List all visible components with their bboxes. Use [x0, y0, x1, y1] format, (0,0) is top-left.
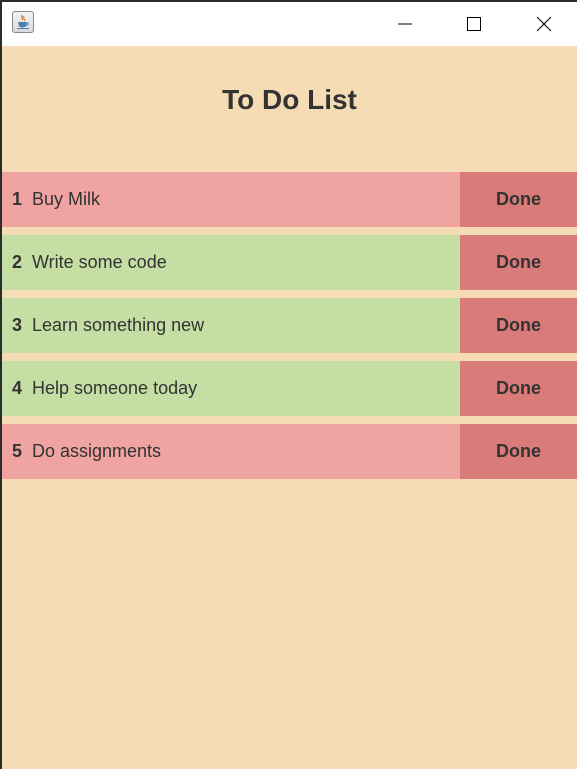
title-bar[interactable] — [2, 2, 577, 46]
todo-text: Learn something new — [32, 315, 205, 335]
todo-number: 3 — [12, 315, 23, 335]
done-button[interactable]: Done — [460, 172, 577, 227]
todo-row: 4 Help someone today Done — [2, 361, 577, 416]
maximize-icon — [467, 17, 481, 31]
close-button[interactable] — [521, 2, 567, 46]
done-button[interactable]: Done — [460, 235, 577, 290]
page-title: To Do List — [222, 84, 357, 115]
todo-number: 4 — [12, 378, 23, 398]
maximize-button[interactable] — [451, 2, 497, 46]
todo-text: Buy Milk — [32, 189, 101, 209]
done-button[interactable]: Done — [460, 298, 577, 353]
todo-number: 1 — [12, 189, 23, 209]
todo-list: 1 Buy Milk Done 2 Write some code Done 3… — [2, 172, 577, 487]
todo-item: 5 Do assignments — [2, 424, 460, 479]
app-window: To Do List 1 Buy Milk Done 2 Write some … — [2, 2, 577, 769]
done-button[interactable]: Done — [460, 361, 577, 416]
todo-row: 2 Write some code Done — [2, 235, 577, 290]
close-icon — [536, 16, 552, 32]
todo-item: 3 Learn something new — [2, 298, 460, 353]
todo-row: 3 Learn something new Done — [2, 298, 577, 353]
done-button[interactable]: Done — [460, 424, 577, 479]
todo-item: 1 Buy Milk — [2, 172, 460, 227]
todo-text: Write some code — [32, 252, 167, 272]
minimize-icon — [398, 23, 412, 25]
minimize-button[interactable] — [382, 2, 428, 46]
todo-text: Do assignments — [32, 441, 162, 461]
todo-text: Help someone today — [32, 378, 198, 398]
todo-row: 1 Buy Milk Done — [2, 172, 577, 227]
todo-row: 5 Do assignments Done — [2, 424, 577, 479]
todo-number: 2 — [12, 252, 23, 272]
todo-item: 4 Help someone today — [2, 361, 460, 416]
java-cup-icon[interactable] — [12, 11, 34, 33]
todo-number: 5 — [12, 441, 23, 461]
todo-item: 2 Write some code — [2, 235, 460, 290]
